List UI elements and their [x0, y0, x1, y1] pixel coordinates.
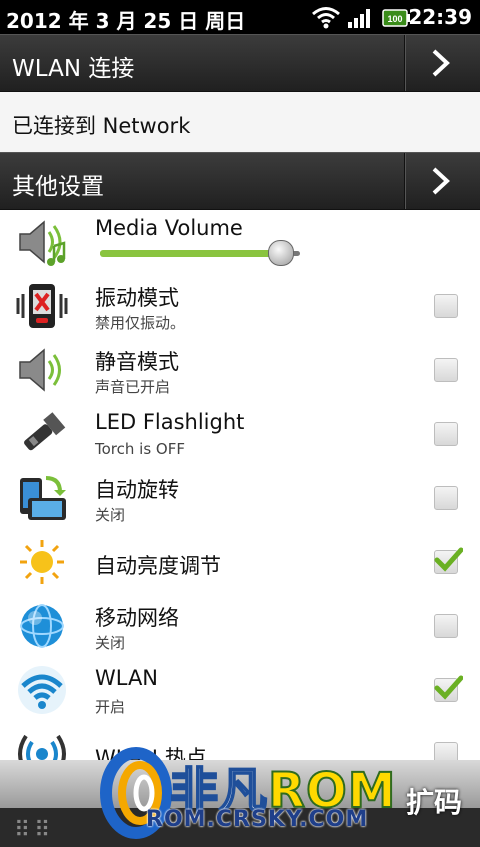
wlan-settings-header[interactable]: WLAN 连接 [0, 34, 480, 92]
row-checkbox[interactable] [434, 675, 463, 702]
menu-dots-icon[interactable]: ⠿⠿ [14, 818, 54, 843]
row-title: 静音模式 [95, 350, 179, 374]
row-checkbox[interactable] [434, 358, 458, 382]
wifi-icon [14, 664, 70, 716]
sun-icon [14, 536, 70, 588]
checkmark-icon [434, 547, 463, 572]
row-title: 振动模式 [95, 286, 179, 310]
row-title: WLAN [95, 666, 159, 690]
row-title: LED Flashlight [95, 410, 245, 434]
settings-row[interactable]: 自动旋转 关闭 [0, 466, 480, 531]
row-subtitle: 开启 [95, 698, 126, 716]
slider-knob[interactable] [268, 240, 294, 266]
flashlight-icon [14, 408, 70, 460]
settings-row[interactable]: WLAN 开启 [0, 658, 480, 723]
settings-row[interactable]: 静音模式 声音已开启 [0, 338, 480, 403]
row-checkbox[interactable] [434, 547, 463, 574]
media-volume-row: Media Volume [0, 210, 480, 275]
wlan-header-arrow-button[interactable] [404, 35, 480, 91]
vibrate-icon [14, 280, 70, 332]
status-bar: 2012 年 3 月 25 日 周日 100 22:39 [0, 0, 480, 34]
row-checkbox[interactable] [434, 422, 458, 446]
settings-row[interactable]: 移动网络 关闭 [0, 594, 480, 659]
media-volume-label: Media Volume [95, 216, 243, 240]
other-settings-header[interactable]: 其他设置 [0, 152, 480, 210]
globe-icon [14, 600, 70, 652]
other-header-label: 其他设置 [12, 174, 104, 200]
settings-row[interactable]: LED Flashlight Torch is OFF [0, 402, 480, 467]
watermark-url: ROM.CRSKY.COM [146, 807, 369, 832]
row-subtitle: 禁用仅振动。 [95, 314, 186, 332]
checkmark-icon [434, 675, 463, 700]
svg-text:100: 100 [387, 14, 402, 24]
row-checkbox[interactable] [434, 294, 458, 318]
signal-icon [347, 5, 375, 34]
wlan-connection-status[interactable]: 已连接到 Network [0, 92, 480, 153]
row-subtitle: Torch is OFF [95, 440, 185, 458]
media-volume-slider[interactable] [100, 240, 316, 266]
settings-row[interactable]: 自动亮度调节 [0, 530, 480, 595]
row-checkbox[interactable] [434, 486, 458, 510]
row-checkbox[interactable] [434, 614, 458, 638]
rotate-icon [14, 472, 70, 524]
watermark-logo: 非凡ROM ROM.CRSKY.COM 扩码 [100, 745, 470, 845]
status-time: 22:39 [408, 5, 472, 29]
row-subtitle: 关闭 [95, 506, 126, 524]
chevron-right-icon [432, 49, 450, 77]
media-volume-icon [14, 216, 70, 268]
row-title: 移动网络 [95, 606, 179, 630]
watermark-corner-text: 扩码 [406, 786, 463, 819]
row-title: 自动旋转 [95, 478, 179, 502]
connection-status-text: 已连接到 Network [12, 114, 191, 138]
speaker-icon [14, 344, 70, 396]
row-subtitle: 关闭 [95, 634, 126, 652]
other-header-arrow-button[interactable] [404, 153, 480, 209]
battery-icon: 100 [382, 8, 410, 32]
chevron-right-icon [432, 167, 450, 195]
wifi-icon [311, 5, 341, 34]
wlan-header-label: WLAN 连接 [12, 56, 135, 82]
row-subtitle: 声音已开启 [95, 378, 171, 396]
settings-row[interactable]: 振动模式禁用仅振动。 [0, 274, 480, 339]
status-date: 2012 年 3 月 25 日 周日 [6, 9, 246, 33]
row-title: 自动亮度调节 [95, 554, 221, 578]
slider-fill [100, 250, 280, 257]
